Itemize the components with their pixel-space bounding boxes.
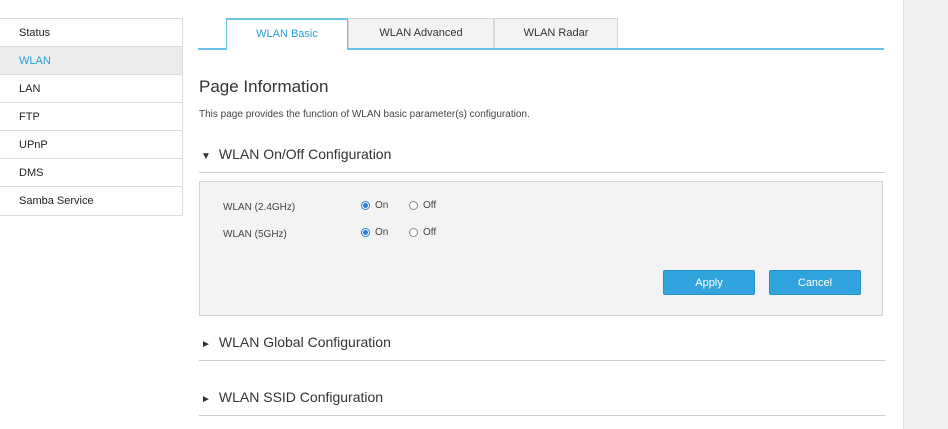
radio-unchecked-icon — [409, 228, 418, 237]
wlan-5ghz-on-radio[interactable]: On — [361, 227, 388, 238]
section-wlan-global-label: WLAN Global Configuration — [218, 334, 391, 350]
right-scroll-rail — [903, 0, 948, 429]
page-description: This page provides the function of WLAN … — [199, 109, 530, 120]
sidebar-item-ftp[interactable]: FTP — [0, 103, 182, 131]
wlan-5ghz-off-radio[interactable]: Off — [409, 227, 436, 238]
section-wlan-onoff-label: WLAN On/Off Configuration — [218, 146, 392, 162]
section-wlan-ssid-label: WLAN SSID Configuration — [218, 389, 384, 405]
apply-button[interactable]: Apply — [663, 270, 755, 295]
sidebar-item-lan[interactable]: LAN — [0, 75, 182, 103]
wlan-24ghz-off-radio[interactable]: Off — [409, 200, 436, 211]
tab-wlan-radar[interactable]: WLAN Radar — [494, 18, 618, 48]
wlan-5ghz-label: WLAN (5GHz) — [223, 229, 287, 240]
cancel-button[interactable]: Cancel — [769, 270, 861, 295]
sidebar-item-upnp[interactable]: UPnP — [0, 131, 182, 159]
radio-checked-icon — [361, 201, 370, 210]
collapse-arrow-icon: ▼ — [201, 151, 211, 162]
tab-bar: WLAN Basic WLAN Advanced WLAN Radar — [198, 18, 884, 50]
wlan-24ghz-on-radio[interactable]: On — [361, 200, 388, 211]
section-wlan-ssid-header[interactable]: ► WLAN SSID Configuration — [199, 389, 885, 416]
radio-off-label: Off — [423, 200, 437, 211]
radio-off-label: Off — [423, 227, 437, 238]
radio-on-label: On — [375, 227, 389, 238]
section-wlan-global-header[interactable]: ► WLAN Global Configuration — [199, 334, 885, 361]
sidebar-item-samba-service[interactable]: Samba Service — [0, 187, 182, 215]
wlan-onoff-panel: WLAN (2.4GHz) On Off WLAN (5GHz) On Off … — [199, 181, 883, 316]
sidebar-item-dms[interactable]: DMS — [0, 159, 182, 187]
sidebar-item-wlan[interactable]: WLAN — [0, 47, 182, 75]
expand-arrow-icon: ► — [201, 339, 211, 350]
radio-on-label: On — [375, 200, 389, 211]
tab-wlan-advanced[interactable]: WLAN Advanced — [348, 18, 494, 48]
sidebar-nav: Status WLAN LAN FTP UPnP DMS Samba Servi… — [0, 18, 183, 216]
tab-wlan-basic[interactable]: WLAN Basic — [226, 18, 348, 50]
page-title: Page Information — [199, 77, 329, 96]
radio-unchecked-icon — [409, 201, 418, 210]
section-wlan-onoff-header[interactable]: ▼ WLAN On/Off Configuration — [199, 146, 885, 173]
sidebar-item-status[interactable]: Status — [0, 19, 182, 47]
radio-checked-icon — [361, 228, 370, 237]
expand-arrow-icon: ► — [201, 394, 211, 405]
wlan-24ghz-label: WLAN (2.4GHz) — [223, 202, 296, 213]
